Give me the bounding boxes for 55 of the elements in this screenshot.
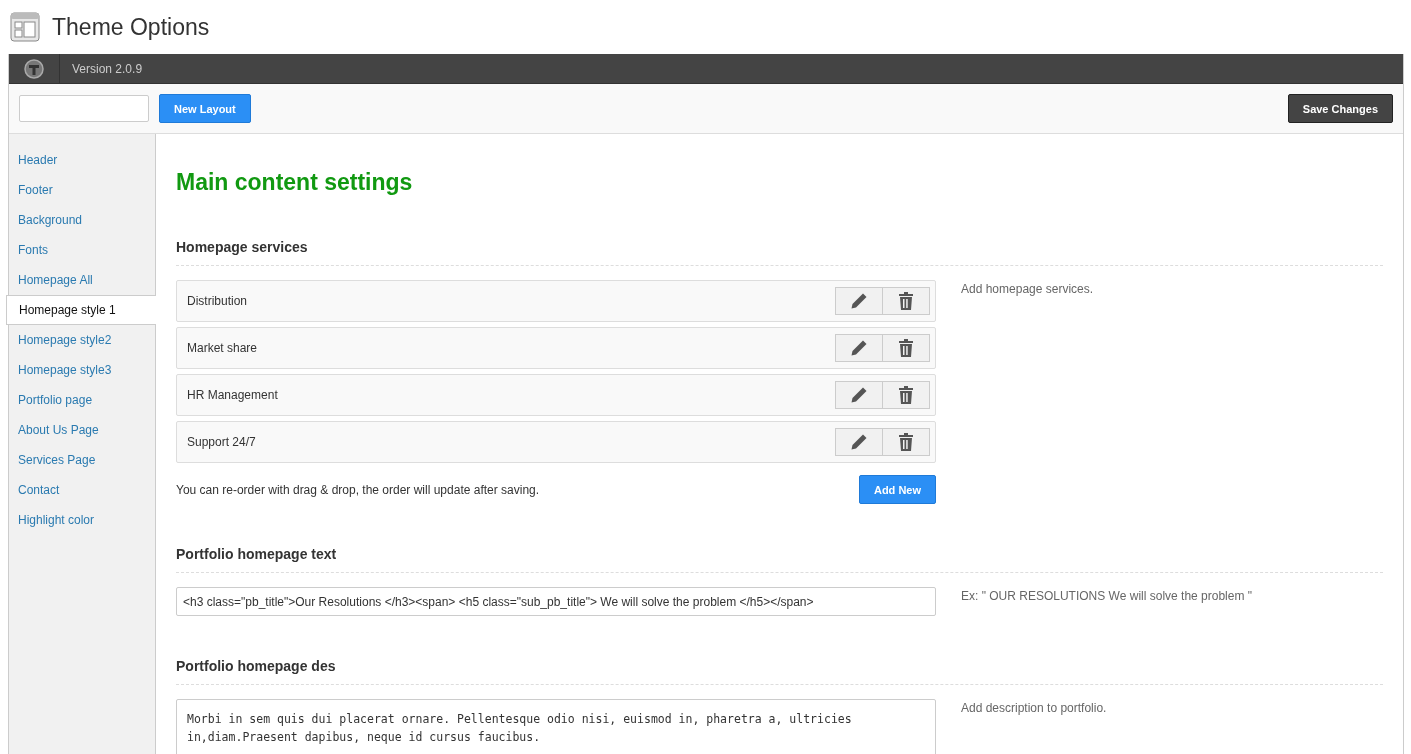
sidebar-item[interactable]: Homepage style3: [9, 355, 155, 385]
sidebar-item[interactable]: Contact: [9, 475, 155, 505]
trash-icon: [898, 386, 914, 404]
sidebar-item[interactable]: Highlight color: [9, 505, 155, 535]
edit-button[interactable]: [835, 381, 883, 409]
trash-icon: [898, 292, 914, 310]
setting-description: Add homepage services.: [961, 281, 1094, 298]
logo-icon: [24, 58, 44, 79]
portfolio-description-field[interactable]: Morbi in sem quis dui placerat ornare. Pellentesque odio nisi, euismod in, pharetra a, ultricies in,diam.Praesent dapibus, neque id cursus faucibus.: [176, 699, 936, 754]
service-name: Distribution: [187, 294, 249, 308]
delete-button[interactable]: [883, 334, 930, 362]
service-row[interactable]: Market share: [176, 327, 936, 369]
sidebar-item[interactable]: Homepage All: [9, 265, 155, 295]
sidebar-item[interactable]: Fonts: [9, 235, 155, 265]
sidebar-item[interactable]: About Us Page: [9, 415, 155, 445]
sidebar-item[interactable]: Homepage style 1: [6, 295, 156, 325]
trash-icon: [898, 339, 914, 357]
add-new-button[interactable]: Add New: [858, 475, 936, 504]
service-name: Market share: [187, 341, 259, 355]
service-row[interactable]: HR Management: [176, 374, 936, 416]
edit-button[interactable]: [835, 334, 883, 362]
setting-title: Portfolio homepage des: [176, 658, 1383, 685]
sidebar-item[interactable]: Footer: [9, 175, 155, 205]
layout-name-field[interactable]: [19, 95, 149, 122]
setting-title: Portfolio homepage text: [176, 546, 1383, 573]
setting-description: Add description to portfolio.: [961, 700, 1107, 717]
setting-title: Homepage services: [176, 239, 1383, 266]
service-row[interactable]: Support 24/7: [176, 421, 936, 463]
service-row[interactable]: Distribution: [176, 280, 936, 322]
sidebar-item[interactable]: Header: [9, 145, 155, 175]
sidebar-item[interactable]: Portfolio page: [9, 385, 155, 415]
delete-button[interactable]: [883, 428, 930, 456]
service-name: HR Management: [187, 388, 279, 402]
page-title: Theme Options: [52, 13, 210, 41]
version-label: Version 2.0.9: [72, 61, 143, 76]
pencil-icon: [850, 386, 868, 404]
pencil-icon: [850, 292, 868, 310]
new-layout-button[interactable]: New Layout: [159, 94, 251, 123]
edit-button[interactable]: [835, 428, 883, 456]
delete-button[interactable]: [883, 287, 930, 315]
pencil-icon: [850, 339, 868, 357]
delete-button[interactable]: [883, 381, 930, 409]
reorder-hint: You can re-order with drag & drop, the order will update after saving.: [176, 482, 540, 497]
portfolio-text-field[interactable]: <h3 class="pb_title">Our Resolutions </h3><span> <h5 class="sub_pb_title"> We will solve the problem </h5></span>: [176, 587, 936, 616]
edit-button[interactable]: [835, 287, 883, 315]
layout-icon: [10, 12, 40, 42]
sidebar-item[interactable]: Services Page: [9, 445, 155, 475]
trash-icon: [898, 433, 914, 451]
service-name: Support 24/7: [187, 435, 257, 449]
section-heading: Main content settings: [176, 169, 414, 197]
sidebar-item[interactable]: Background: [9, 205, 155, 235]
sidebar-item[interactable]: Homepage style2: [9, 325, 155, 355]
pencil-icon: [850, 433, 868, 451]
save-changes-button[interactable]: Save Changes: [1287, 94, 1393, 123]
setting-description: Ex: " OUR RESOLUTIONS We will solve the problem ": [961, 588, 1253, 605]
